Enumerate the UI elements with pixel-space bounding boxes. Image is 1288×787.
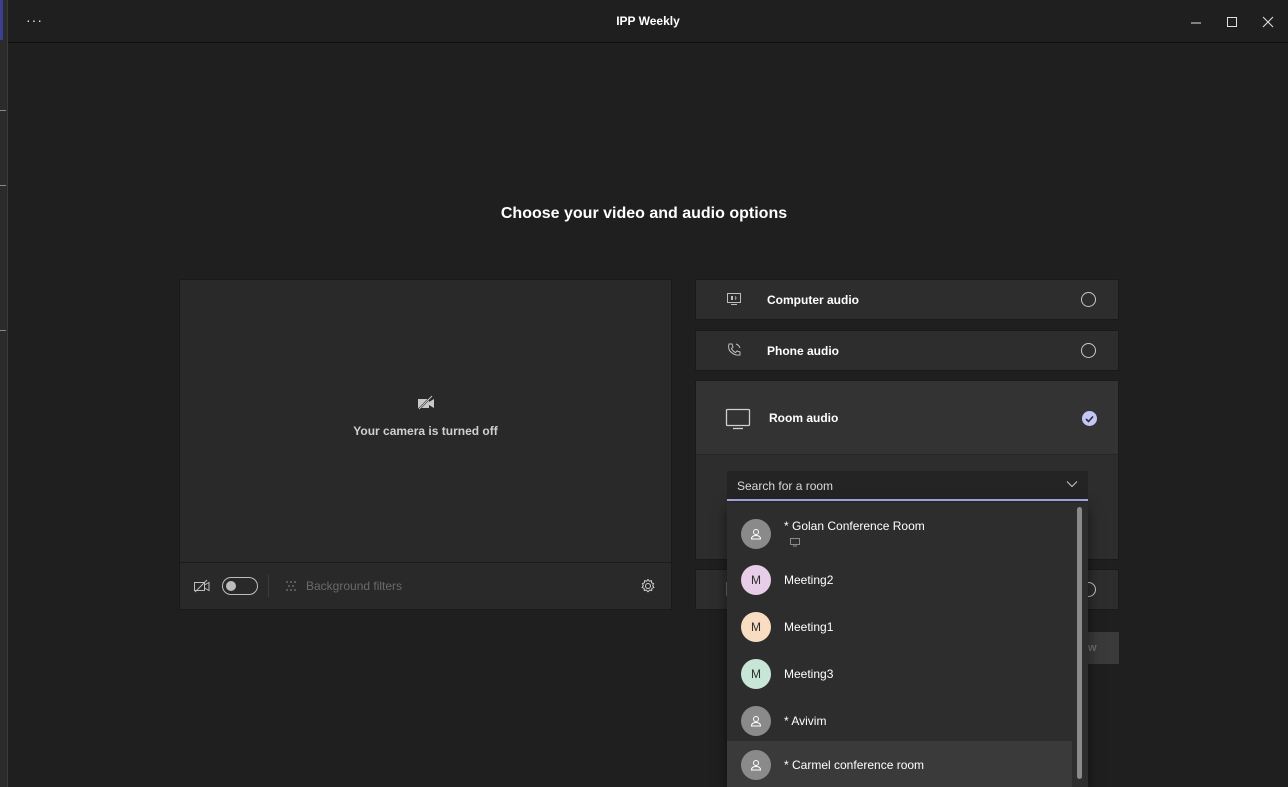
computer-audio-option[interactable]: Computer audio	[695, 279, 1119, 320]
room-name: Meeting3	[784, 667, 834, 681]
close-icon	[1262, 16, 1274, 28]
person-icon	[750, 529, 762, 540]
room-initial-avatar: M	[741, 659, 771, 689]
person-icon	[750, 760, 762, 771]
room-search-field[interactable]	[727, 471, 1088, 501]
video-toolbar: Background filters	[180, 562, 671, 609]
edge-mark	[0, 110, 6, 111]
room-name: * Golan Conference Room	[784, 519, 925, 533]
chevron-down-icon[interactable]	[1066, 480, 1078, 488]
phone-audio-icon	[728, 343, 741, 356]
room-audio-label: Room audio	[769, 411, 839, 425]
room-name: Meeting2	[784, 573, 834, 587]
room-person-avatar	[741, 750, 771, 780]
background-filters-icon	[286, 581, 296, 591]
edge-mark	[0, 185, 6, 186]
phone-audio-option[interactable]: Phone audio	[695, 330, 1119, 371]
page-heading: Choose your video and audio options	[500, 205, 788, 222]
video-preview-panel: Your camera is turned off Background fil…	[179, 279, 672, 610]
background-filters-button[interactable]: Background filters	[306, 579, 402, 593]
camera-off-message: Your camera is turned off	[180, 395, 671, 438]
room-list-item[interactable]: M Meeting1	[727, 606, 1072, 653]
room-search-input[interactable]	[737, 477, 1037, 495]
minimize-button[interactable]	[1182, 10, 1210, 34]
close-button[interactable]	[1254, 10, 1282, 34]
room-audio-option[interactable]: Room audio	[696, 381, 1118, 455]
room-list-item[interactable]: M Meeting3	[727, 653, 1072, 700]
room-audio-radio-checked[interactable]	[1082, 411, 1097, 426]
room-name: * Avivim	[784, 714, 827, 728]
room-list-item[interactable]: * Avivim	[727, 700, 1072, 747]
camera-off-small-icon	[194, 579, 210, 593]
maximize-icon	[1227, 17, 1237, 27]
camera-toggle[interactable]	[222, 577, 258, 595]
background-window-accent	[0, 0, 3, 40]
room-initial-avatar: M	[741, 565, 771, 595]
phone-audio-label: Phone audio	[767, 344, 839, 358]
room-dropdown-list: * Golan Conference Room M Meeting2 M Mee…	[727, 503, 1088, 787]
computer-audio-icon	[727, 293, 741, 305]
room-list-item-highlighted[interactable]: * Carmel conference room	[727, 741, 1072, 787]
room-person-avatar	[741, 706, 771, 736]
title-bar: ··· IPP Weekly	[8, 0, 1288, 43]
room-list-item[interactable]: * Golan Conference Room	[727, 507, 1072, 559]
camera-off-text: Your camera is turned off	[353, 424, 498, 438]
toggle-knob	[226, 581, 236, 591]
camera-off-icon	[417, 395, 434, 410]
screen-icon	[790, 538, 800, 547]
device-settings-icon[interactable]	[640, 578, 656, 594]
minimize-icon	[1191, 22, 1201, 24]
room-initial-avatar: M	[741, 612, 771, 642]
computer-audio-radio[interactable]	[1081, 292, 1096, 307]
phone-audio-radio[interactable]	[1081, 343, 1096, 358]
computer-audio-label: Computer audio	[767, 293, 859, 307]
room-name: * Carmel conference room	[784, 758, 925, 772]
dropdown-scrollbar[interactable]	[1077, 507, 1082, 779]
toolbar-divider	[268, 575, 269, 597]
maximize-button[interactable]	[1218, 10, 1246, 34]
edge-mark	[0, 330, 6, 331]
person-icon	[750, 716, 762, 727]
background-window-edge	[0, 0, 8, 787]
room-person-avatar	[741, 519, 771, 549]
room-audio-icon	[725, 408, 751, 430]
window-title: IPP Weekly	[616, 14, 680, 28]
room-list-item[interactable]: M Meeting2	[727, 559, 1072, 606]
checkmark-icon	[1085, 415, 1094, 423]
room-name: Meeting1	[784, 620, 834, 634]
